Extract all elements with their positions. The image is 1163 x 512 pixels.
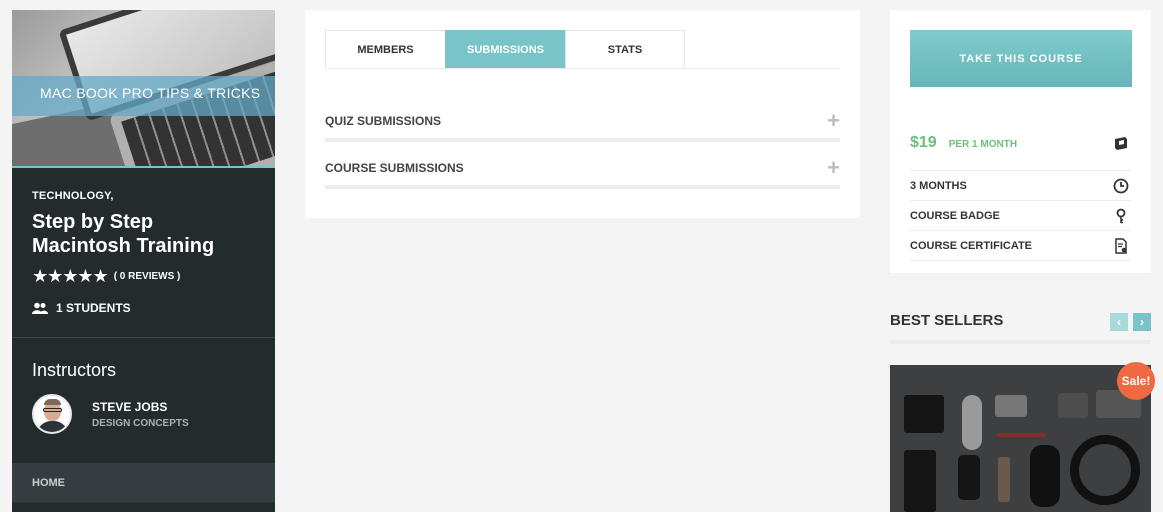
chevron-left-icon[interactable]: ‹ [1110, 313, 1128, 331]
star-rating-icon: ★★★★★ [32, 266, 109, 286]
sale-badge: Sale! [1117, 362, 1155, 400]
sidebar-item-home[interactable]: HOME [12, 463, 275, 503]
instructor-role: DESIGN CONCEPTS [92, 417, 189, 429]
students-count: 1 STUDENTS [32, 301, 255, 315]
submissions-panel: MEMBERS SUBMISSIONS STATS QUIZ SUBMISSIO… [305, 10, 860, 218]
course-category[interactable]: TECHNOLOGY, [32, 190, 255, 202]
tab-stats[interactable]: STATS [565, 30, 685, 69]
certificate-icon [1115, 237, 1127, 254]
course-purchase-panel: TAKE THIS COURSE $19 PER 1 MONTH 3 MONTH… [890, 10, 1151, 273]
tabs-divider [325, 68, 840, 69]
detail-badge: COURSE BADGE [910, 200, 1131, 230]
ticket-icon [1115, 137, 1127, 150]
accordion-quiz-submissions[interactable]: QUIZ SUBMISSIONS + [325, 108, 840, 142]
plus-icon[interactable]: + [827, 155, 840, 181]
course-title: Step by Step Macintosh Training [32, 211, 215, 257]
avatar[interactable] [32, 394, 72, 434]
accordion-title[interactable]: QUIZ SUBMISSIONS [325, 114, 840, 128]
price-row: $19 PER 1 MONTH [910, 134, 1131, 152]
detail-duration: 3 MONTHS [910, 170, 1131, 200]
take-course-button[interactable]: TAKE THIS COURSE [910, 30, 1132, 87]
best-sellers-heading: BEST SELLERS [890, 312, 1004, 329]
students-label: 1 STUDENTS [56, 301, 131, 315]
course-sidebar: MAC BOOK PRO TIPS & TRICKS TECHNOLOGY, S… [12, 10, 275, 512]
tab-bar: MEMBERS SUBMISSIONS STATS [325, 30, 685, 69]
accordion-title[interactable]: COURSE SUBMISSIONS [325, 161, 840, 175]
course-rating: ★★★★★ ( 0 REVIEWS ) [32, 266, 255, 287]
tab-members[interactable]: MEMBERS [325, 30, 445, 69]
reviews-count: ( 0 REVIEWS ) [113, 271, 181, 282]
clock-icon [1113, 178, 1129, 193]
best-sellers-divider [890, 340, 1151, 344]
users-icon [32, 302, 48, 314]
tab-submissions[interactable]: SUBMISSIONS [445, 30, 565, 69]
instructor-card[interactable]: STEVE JOBS DESIGN CONCEPTS [12, 381, 275, 434]
instructors-heading: Instructors [32, 360, 117, 380]
instructor-name[interactable]: STEVE JOBS [92, 400, 189, 414]
badge-icon [1116, 208, 1126, 223]
course-hero-image[interactable]: MAC BOOK PRO TIPS & TRICKS [12, 10, 275, 168]
product-image[interactable] [890, 365, 1151, 512]
price-period: PER 1 MONTH [948, 139, 1018, 150]
detail-certificate: COURSE CERTIFICATE [910, 230, 1131, 261]
price: $19 [910, 134, 937, 151]
plus-icon[interactable]: + [827, 108, 840, 134]
chevron-right-icon[interactable]: › [1133, 313, 1151, 331]
hero-banner-text: MAC BOOK PRO TIPS & TRICKS [40, 85, 261, 101]
accordion-course-submissions[interactable]: COURSE SUBMISSIONS + [325, 155, 840, 189]
